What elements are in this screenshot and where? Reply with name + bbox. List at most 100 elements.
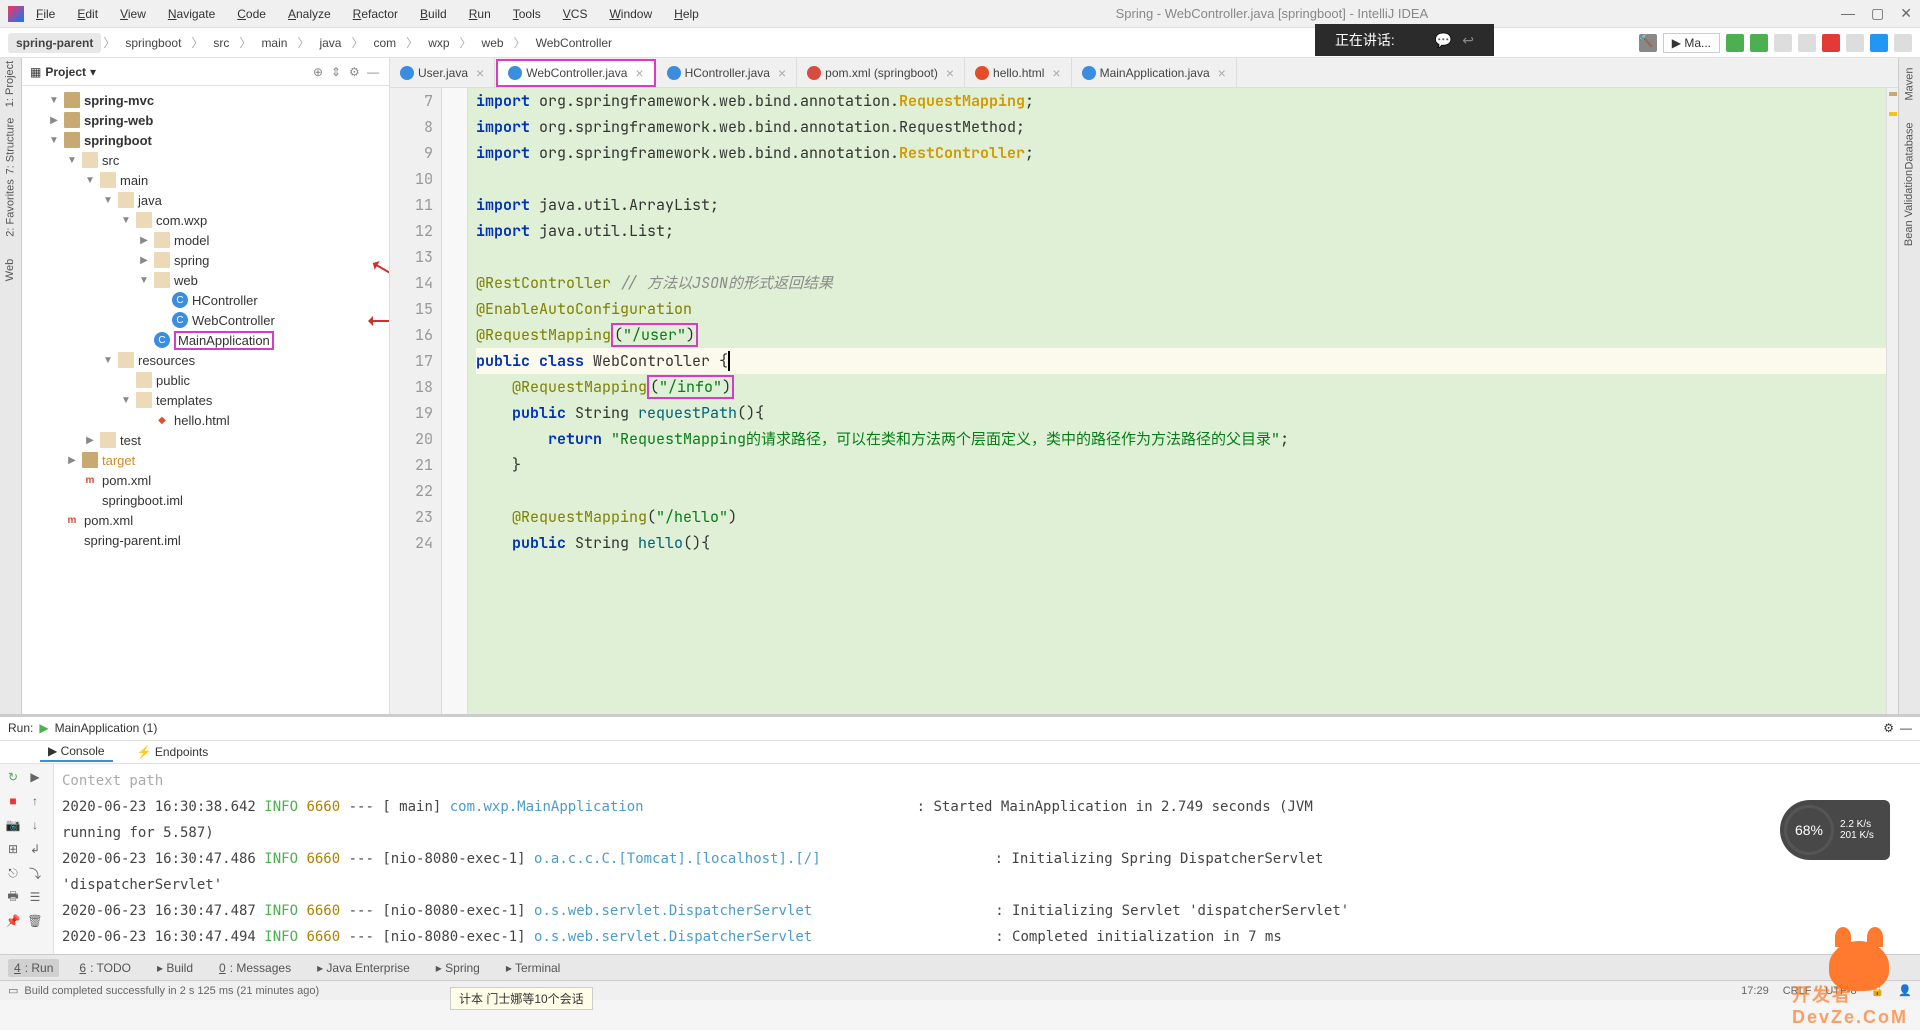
tree-spring-mvc[interactable]: ▼spring-mvc bbox=[22, 90, 389, 110]
bottom-tab-Spring[interactable]: ▸ Spring bbox=[430, 959, 486, 977]
rail-2-Favorites[interactable]: 2: Favorites bbox=[5, 179, 17, 236]
close-icon[interactable]: ✕ bbox=[1900, 5, 1912, 22]
tree-src[interactable]: ▼src bbox=[22, 150, 389, 170]
crumb-main[interactable]: main bbox=[253, 33, 295, 53]
collapse-icon[interactable]: ⇕ bbox=[331, 65, 345, 79]
crumb-java[interactable]: java bbox=[311, 33, 349, 53]
menu-edit[interactable]: Edit bbox=[73, 5, 102, 23]
tree-resources[interactable]: ▼resources bbox=[22, 350, 389, 370]
tree-main[interactable]: ▼main bbox=[22, 170, 389, 190]
debug-icon[interactable] bbox=[1750, 34, 1768, 52]
maximize-icon[interactable]: ▢ bbox=[1871, 5, 1884, 22]
update-icon[interactable] bbox=[1870, 34, 1888, 52]
tree-model[interactable]: ▶model bbox=[22, 230, 389, 250]
tree-WebController[interactable]: CWebController bbox=[22, 310, 389, 330]
crumb-web[interactable]: web bbox=[474, 33, 512, 53]
tree-spring[interactable]: ▶spring bbox=[22, 250, 389, 270]
tree-hello.html[interactable]: ◆hello.html bbox=[22, 410, 389, 430]
run-icon[interactable]: ▶ bbox=[26, 768, 44, 786]
bottom-tab-TODO[interactable]: 6: TODO bbox=[73, 959, 137, 977]
run-tab-Console[interactable]: ▶ Console bbox=[40, 742, 113, 762]
layout-icon[interactable]: ⊞ bbox=[4, 840, 22, 858]
bottom-tab-Run[interactable]: 4: Run bbox=[8, 959, 59, 977]
run-icon[interactable] bbox=[1726, 34, 1744, 52]
code-lines[interactable]: import org.springframework.web.bind.anno… bbox=[468, 88, 1886, 714]
console-output[interactable]: Context path2020-06-23 16:30:38.642 INFO… bbox=[54, 764, 1920, 954]
window-controls[interactable]: — ▢ ✕ bbox=[1841, 5, 1912, 22]
crumb-wxp[interactable]: wxp bbox=[420, 33, 457, 53]
hide-icon[interactable]: — bbox=[1900, 721, 1912, 735]
scroll-icon[interactable]: ⤵ bbox=[26, 864, 44, 882]
rerun-icon[interactable]: ↻ bbox=[4, 768, 22, 786]
tree-spring-parent.iml[interactable]: spring-parent.iml bbox=[22, 530, 389, 550]
run-config-selector[interactable]: ▶ Ma... bbox=[1663, 33, 1720, 53]
menu-window[interactable]: Window bbox=[605, 5, 656, 23]
crumb-src[interactable]: src bbox=[205, 33, 237, 53]
run-toolbar[interactable]: ↻▶ ■↑ 📷↓ ⊞↲ ⎋⤵ 🖶☰ 📌🗑 bbox=[0, 764, 54, 954]
bottom-tab-Messages[interactable]: 0: Messages bbox=[213, 959, 297, 977]
tab-User.java[interactable]: User.java× bbox=[390, 58, 495, 87]
exit-icon[interactable]: ⎋ bbox=[4, 864, 22, 882]
notif-reply-icon[interactable]: ↩ bbox=[1462, 32, 1474, 49]
menu-analyze[interactable]: Analyze bbox=[284, 5, 335, 23]
menu-vcs[interactable]: VCS bbox=[559, 5, 592, 23]
crumb-WebController[interactable]: WebController bbox=[528, 33, 620, 53]
menu-code[interactable]: Code bbox=[233, 5, 270, 23]
close-icon[interactable]: × bbox=[476, 65, 484, 81]
tree-public[interactable]: public bbox=[22, 370, 389, 390]
close-icon[interactable]: × bbox=[1218, 65, 1226, 81]
tab-pom.xml (springboot)[interactable]: pom.xml (springboot)× bbox=[797, 58, 965, 87]
hammer-icon[interactable]: 🔨 bbox=[1639, 34, 1657, 52]
tab-MainApplication.java[interactable]: MainApplication.java× bbox=[1072, 58, 1237, 87]
menu-navigate[interactable]: Navigate bbox=[164, 5, 219, 23]
tree-templates[interactable]: ▼templates bbox=[22, 390, 389, 410]
tree-pom.xml[interactable]: mpom.xml bbox=[22, 510, 389, 530]
rail-Database[interactable]: Database bbox=[1904, 122, 1916, 169]
menu-help[interactable]: Help bbox=[670, 5, 703, 23]
rail-7-Structure[interactable]: 7: Structure bbox=[5, 118, 17, 175]
stop-icon[interactable]: ■ bbox=[4, 792, 22, 810]
menu-refactor[interactable]: Refactor bbox=[349, 5, 402, 23]
left-tool-rail[interactable]: 1: Project7: Structure2: FavoritesWeb bbox=[0, 58, 22, 714]
rail-Maven[interactable]: Maven bbox=[1904, 67, 1916, 100]
run-tabs[interactable]: ▶ Console ⚡ Endpoints bbox=[0, 741, 1920, 765]
gear-icon[interactable]: ⚙ bbox=[349, 65, 363, 79]
tree-target[interactable]: ▶target bbox=[22, 450, 389, 470]
crumb-spring-parent[interactable]: spring-parent bbox=[8, 33, 101, 53]
menu-file[interactable]: File bbox=[32, 5, 59, 23]
print-icon[interactable]: 🖶 bbox=[4, 888, 22, 906]
tab-hello.html[interactable]: hello.html× bbox=[965, 58, 1072, 87]
bottom-tab-Java Enterprise[interactable]: ▸ Java Enterprise bbox=[311, 959, 416, 977]
rail-Bean-Validation[interactable]: Bean Validation bbox=[1904, 170, 1916, 246]
close-icon[interactable]: × bbox=[946, 65, 954, 81]
tab-HController.java[interactable]: HController.java× bbox=[657, 58, 798, 87]
bottom-tab-Build[interactable]: ▸ Build bbox=[151, 959, 199, 977]
bottom-tab-Terminal[interactable]: ▸ Terminal bbox=[500, 959, 567, 977]
notif-bubble-icon[interactable]: 💬 bbox=[1435, 32, 1452, 49]
coverage-icon[interactable] bbox=[1774, 34, 1792, 52]
tree-springboot.iml[interactable]: springboot.iml bbox=[22, 490, 389, 510]
tree-spring-web[interactable]: ▶spring-web bbox=[22, 110, 389, 130]
editor-tabs[interactable]: User.java×WebController.java×HController… bbox=[390, 58, 1898, 88]
tree-MainApplication[interactable]: CMainApplication bbox=[22, 330, 389, 350]
tab-WebController.java[interactable]: WebController.java× bbox=[496, 59, 655, 87]
dropdown-icon[interactable]: ▾ bbox=[90, 65, 96, 79]
project-tree[interactable]: ▼spring-mvc▶spring-web▼springboot▼src▼ma… bbox=[22, 86, 389, 714]
crumb-springboot[interactable]: springboot bbox=[117, 33, 189, 53]
profile-icon[interactable] bbox=[1798, 34, 1816, 52]
trash-icon[interactable]: 🗑 bbox=[26, 912, 44, 930]
code-editor[interactable]: 789101112131415161718192021222324 import… bbox=[390, 88, 1898, 714]
right-tool-rail[interactable]: Maven DatabaseBean Validation bbox=[1898, 58, 1920, 714]
close-icon[interactable]: × bbox=[1052, 65, 1060, 81]
bottom-tool-tabs[interactable]: 4: Run 6: TODO ▸ Build 0: Messages ▸ Java En… bbox=[0, 954, 1920, 980]
down-icon[interactable]: ↓ bbox=[26, 816, 44, 834]
run-tab-Endpoints[interactable]: ⚡ Endpoints bbox=[129, 743, 217, 761]
event-log-icon[interactable]: ▭ bbox=[8, 984, 18, 997]
tree-HController[interactable]: CHController bbox=[22, 290, 389, 310]
camera-icon[interactable]: 📷 bbox=[4, 816, 22, 834]
search-icon[interactable] bbox=[1894, 34, 1912, 52]
hide-icon[interactable]: — bbox=[367, 65, 381, 79]
menu-tools[interactable]: Tools bbox=[509, 5, 545, 23]
stop-icon[interactable] bbox=[1822, 34, 1840, 52]
menu-run[interactable]: Run bbox=[465, 5, 495, 23]
